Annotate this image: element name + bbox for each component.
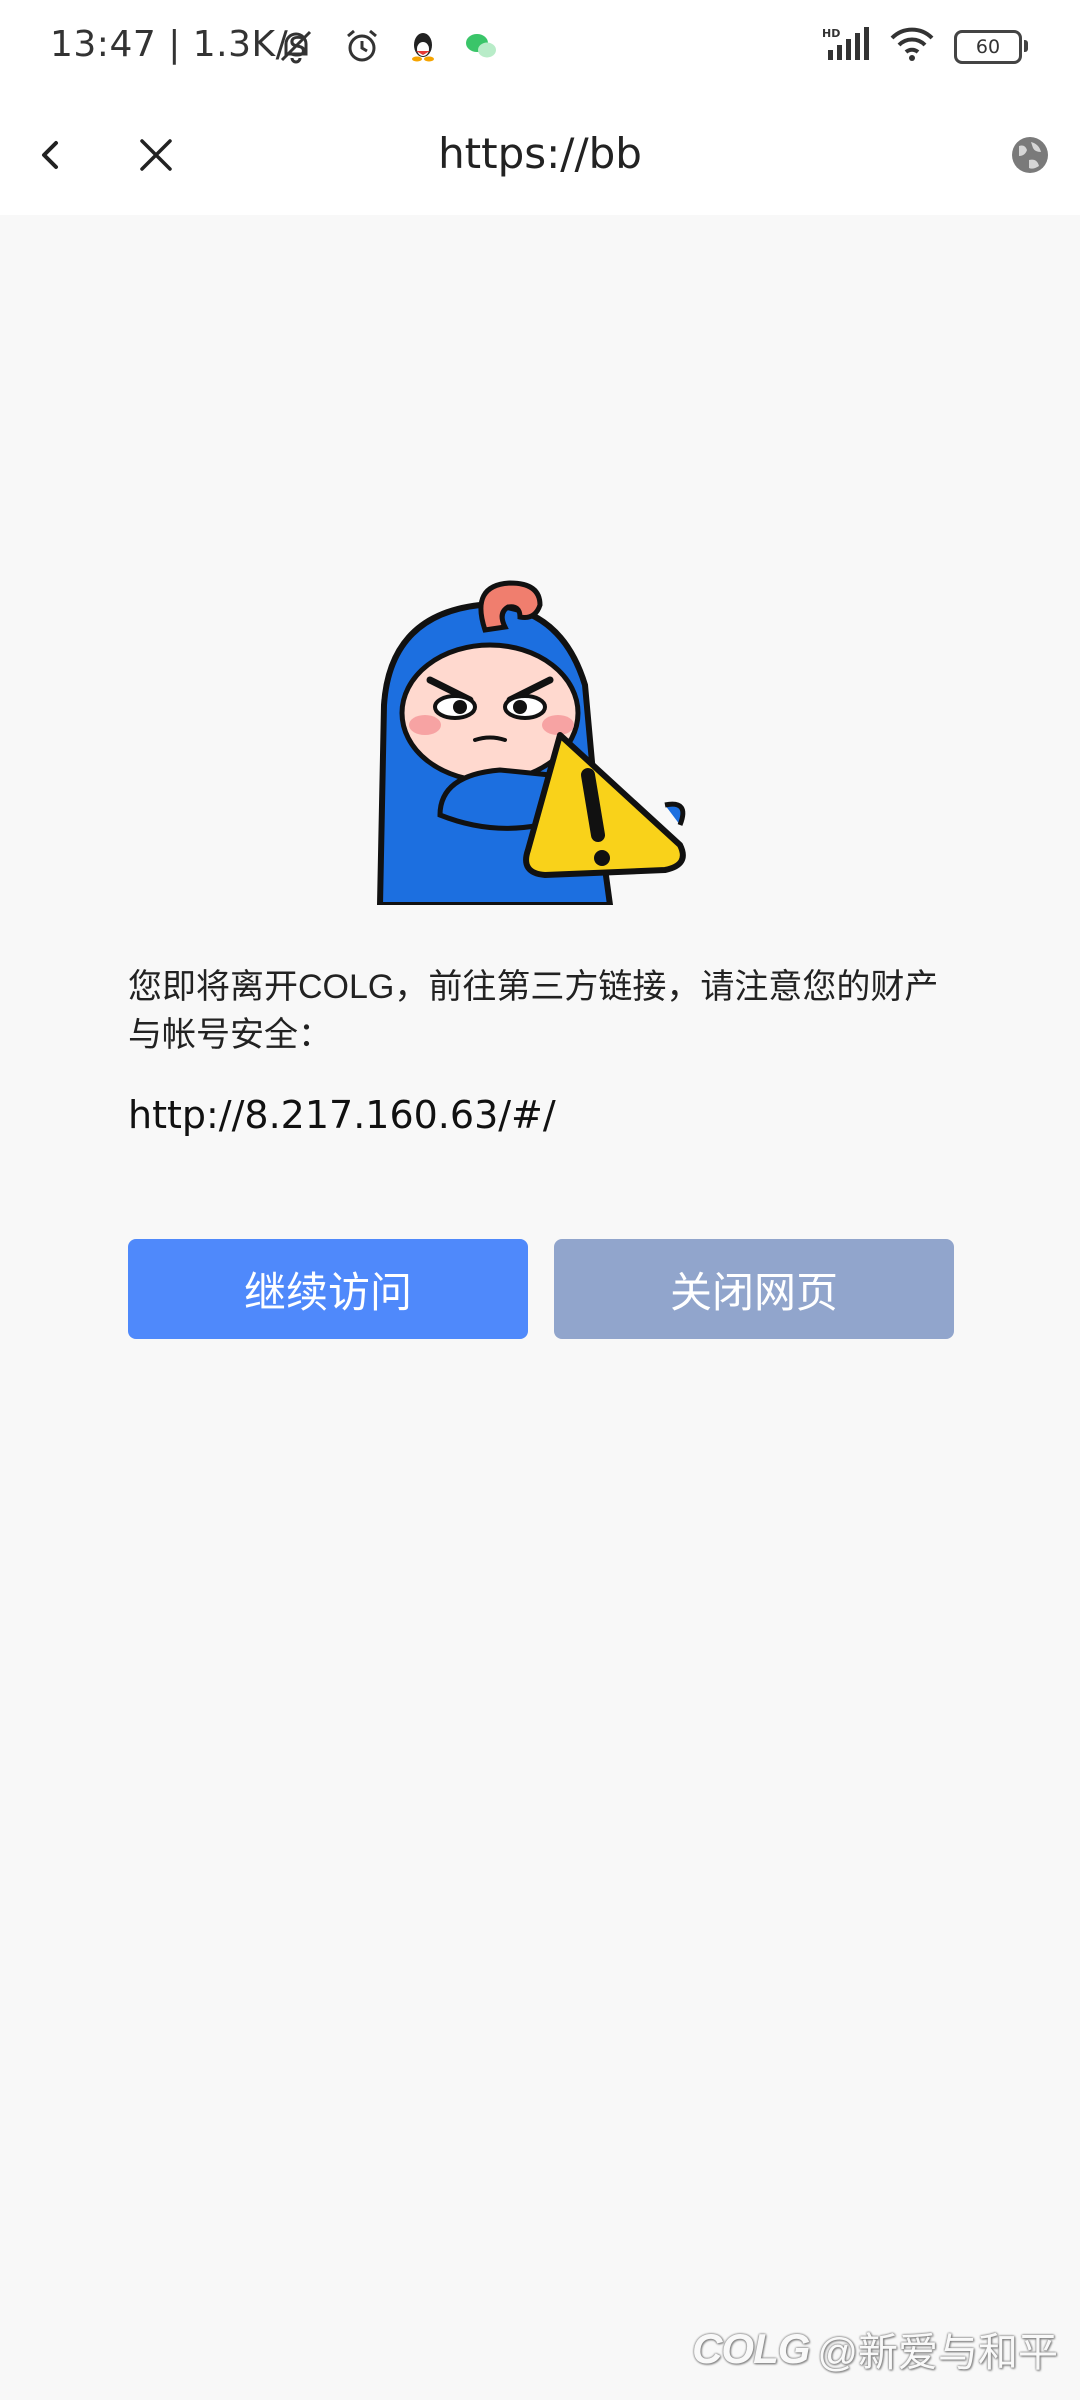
watermark-logo: COLG (692, 2325, 810, 2372)
mute-icon (276, 26, 316, 71)
close-button[interactable] (126, 125, 186, 185)
hd-signal-icon: HD (822, 26, 870, 67)
battery-level: 60 (975, 35, 1001, 58)
back-button[interactable] (20, 125, 80, 185)
continue-visit-button[interactable]: 继续访问 (128, 1239, 528, 1339)
warning-message: 您即将离开COLG，前往第三方链接，请注意您的财产与帐号安全： (128, 968, 939, 1054)
alarm-icon (342, 26, 382, 71)
svg-text:HD: HD (822, 27, 840, 40)
site-info-button[interactable] (1000, 125, 1060, 185)
watermark-text: @新爱与和平 (817, 2331, 1058, 2375)
close-icon (140, 139, 172, 171)
warning-mascot-illustration (376, 580, 686, 905)
watermark: COLG @新爱与和平 (692, 2320, 1058, 2378)
browser-nav-bar: https://bb (0, 95, 1080, 215)
leave-site-warning: 您即将离开COLG，前往第三方链接，请注意您的财产与帐号安全： http://8… (0, 215, 1080, 2400)
status-bar: 13:47 | 1.3K/s HD 60 (0, 0, 1080, 95)
qq-icon (408, 29, 438, 68)
status-icons-left (276, 26, 498, 71)
status-icons-right: HD 60 (822, 26, 1028, 67)
external-url: http://8.217.160.63/#/ (128, 1093, 556, 1137)
wifi-icon (890, 26, 934, 67)
wechat-icon (464, 31, 498, 66)
back-icon (42, 141, 58, 169)
globe-icon (1012, 137, 1048, 173)
status-time: 13:47 | 1.3K/s (50, 24, 308, 65)
page-url-title: https://bb (438, 129, 642, 178)
close-page-button[interactable]: 关闭网页 (554, 1239, 954, 1339)
battery-icon: 60 (954, 29, 1028, 64)
